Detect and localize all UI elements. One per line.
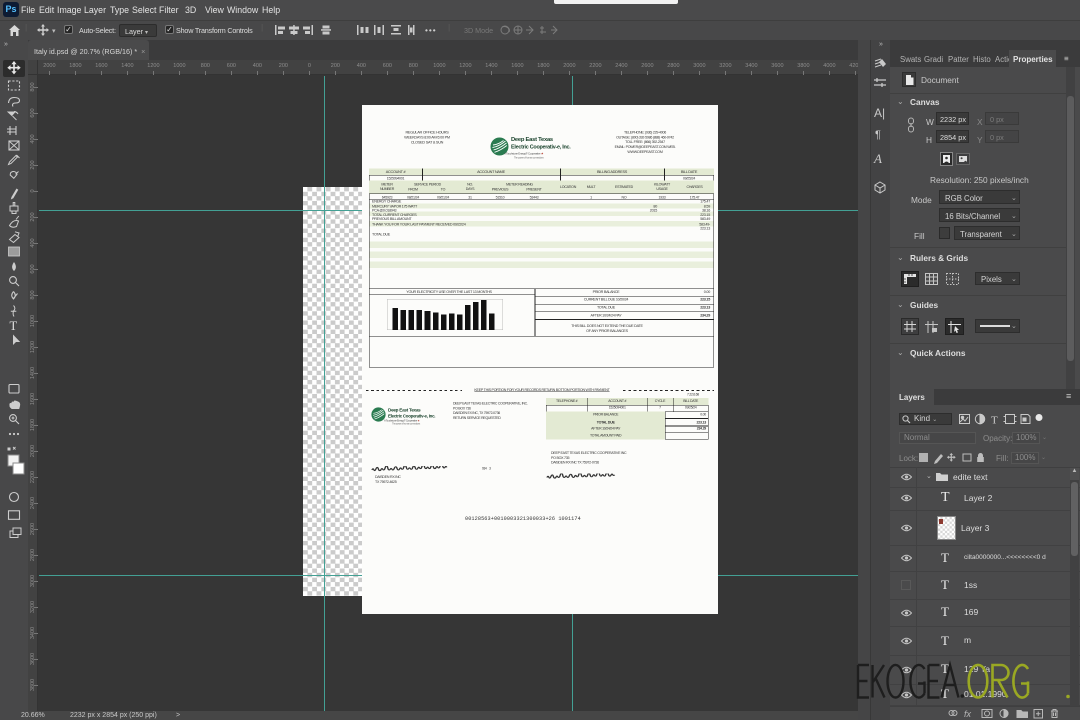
- svg-text:fx: fx: [964, 709, 972, 719]
- svg-text:A: A: [873, 151, 882, 166]
- svg-text:T: T: [991, 415, 998, 427]
- svg-text:T: T: [10, 319, 18, 333]
- svg-text:A|: A|: [874, 106, 885, 120]
- svg-text:¶: ¶: [875, 129, 881, 141]
